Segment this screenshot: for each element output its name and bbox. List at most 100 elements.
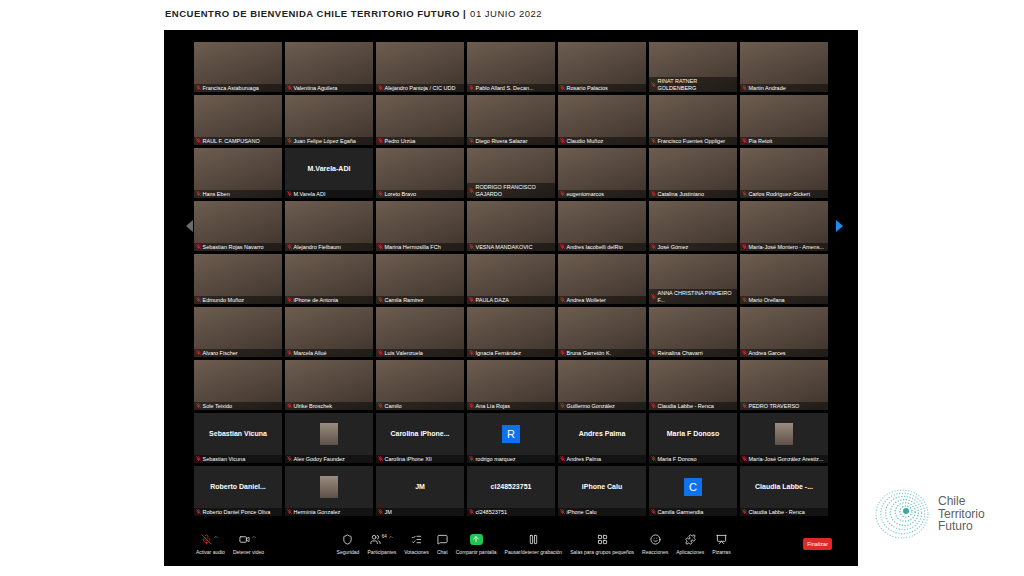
participant-tile[interactable]: Juan Felipe López Egaña bbox=[285, 95, 373, 145]
name-label: Pablo Allard S. Decan... bbox=[467, 84, 555, 92]
participant-tile[interactable]: Claudia Labbe - Renca bbox=[649, 360, 737, 410]
participant-tile[interactable]: Francisco Fuentes Oppliger bbox=[649, 95, 737, 145]
participant-tile[interactable]: Bruna Garretón K. bbox=[558, 307, 646, 357]
participant-name: Luis Valenzuela bbox=[385, 350, 463, 356]
reactions-button[interactable]: Reacciones bbox=[642, 534, 668, 555]
participant-tile[interactable]: Alvaro Fischer bbox=[194, 307, 282, 357]
muted-mic-icon bbox=[196, 244, 201, 249]
participants-button[interactable]: 64Participantes bbox=[367, 534, 396, 555]
participant-tile[interactable]: Ignacia Fernández bbox=[467, 307, 555, 357]
participant-tile[interactable]: Pablo Allard S. Decan... bbox=[467, 42, 555, 92]
participant-tile[interactable]: Claudia Labbe -...Claudia Labbe - Renca bbox=[740, 466, 828, 516]
participant-tile[interactable]: Andrea Garces bbox=[740, 307, 828, 357]
participant-tile[interactable]: Alejandro Fielbaum bbox=[285, 201, 373, 251]
polls-button[interactable]: Votaciones bbox=[404, 534, 428, 555]
muted-mic-icon bbox=[742, 85, 747, 90]
participant-tile[interactable]: Catalina Justiniano bbox=[649, 148, 737, 198]
caret-up-icon[interactable] bbox=[388, 534, 394, 540]
security-button[interactable]: Seguridad bbox=[337, 534, 360, 555]
participant-tile[interactable]: PEDRO TRAVERSO bbox=[740, 360, 828, 410]
participant-tile[interactable]: Luis Valenzuela bbox=[376, 307, 464, 357]
participant-tile[interactable]: RODRIGO FRANCISCO GAJARDO bbox=[467, 148, 555, 198]
whiteboards-button[interactable]: Pizarras bbox=[712, 534, 730, 555]
logo-line: Territorio bbox=[938, 508, 985, 521]
participant-tile[interactable]: Valentina Aguilera bbox=[285, 42, 373, 92]
previous-page-icon[interactable] bbox=[186, 220, 193, 232]
participant-tile[interactable]: Pia Retoit bbox=[740, 95, 828, 145]
name-label: Andrea Wolleter bbox=[558, 296, 646, 304]
participant-tile[interactable]: cl248523751cl248523751 bbox=[467, 466, 555, 516]
participant-tile[interactable]: María-José Montero - Amens... bbox=[740, 201, 828, 251]
next-page-icon[interactable] bbox=[836, 220, 843, 232]
shield-icon bbox=[342, 534, 353, 545]
participant-tile[interactable]: Mario Orellana bbox=[740, 254, 828, 304]
participant-tile[interactable]: Andres PalmaAndres Palma bbox=[558, 413, 646, 463]
caret-up-icon[interactable] bbox=[213, 534, 219, 540]
participant-tile[interactable]: Marcela Allué bbox=[285, 307, 373, 357]
participant-tile[interactable]: Herminia Gonzalez bbox=[285, 466, 373, 516]
muted-mic-icon bbox=[287, 191, 292, 196]
participant-tile[interactable]: RINAT RATNER GOLDENBERG bbox=[649, 42, 737, 92]
record-button[interactable]: Pausar/detener grabación bbox=[505, 534, 563, 555]
participant-tile[interactable]: Andrea Wolleter bbox=[558, 254, 646, 304]
audio-button[interactable]: Activar audio bbox=[196, 534, 225, 555]
participant-tile[interactable]: José Gómez bbox=[649, 201, 737, 251]
caret-up-icon[interactable] bbox=[251, 534, 257, 540]
participant-tile[interactable]: Rosario Palacios bbox=[558, 42, 646, 92]
participant-tile[interactable]: Maria F DonosoMaria F Donoso bbox=[649, 413, 737, 463]
participant-tile[interactable]: CCamila Garmendia bbox=[649, 466, 737, 516]
people-icon bbox=[370, 534, 381, 545]
participant-tile[interactable]: Sebastian Rojas Navarro bbox=[194, 201, 282, 251]
participant-tile[interactable]: Guillermo González bbox=[558, 360, 646, 410]
participant-tile[interactable]: eugeniomarcos bbox=[558, 148, 646, 198]
muted-mic-icon bbox=[651, 138, 656, 143]
participant-tile[interactable]: PAULA DAZA bbox=[467, 254, 555, 304]
participant-tile[interactable]: Martin Andrade bbox=[740, 42, 828, 92]
participant-tile[interactable]: Loreto Bravo bbox=[376, 148, 464, 198]
muted-mic-icon bbox=[560, 244, 565, 249]
participant-tile[interactable]: Carolina iPhone...Carolina iPhone XII bbox=[376, 413, 464, 463]
participant-tile[interactable]: iPhone de Antonia bbox=[285, 254, 373, 304]
participant-tile[interactable]: María-José González Arestiz... bbox=[740, 413, 828, 463]
participant-tile[interactable]: Ana Lía Rojas bbox=[467, 360, 555, 410]
participant-tile[interactable]: Hans Eben bbox=[194, 148, 282, 198]
participant-tile[interactable]: Rrodrigo marquez bbox=[467, 413, 555, 463]
participant-name: rodrigo marquez bbox=[476, 456, 554, 462]
chat-button[interactable]: Chat bbox=[437, 534, 448, 555]
rooms-button[interactable]: Salas para grupos pequeños bbox=[570, 534, 634, 555]
video-feed bbox=[740, 201, 828, 243]
participant-tile[interactable]: Carlos Rodríguez-Sickert bbox=[740, 148, 828, 198]
participant-tile[interactable]: Camila Ramirez bbox=[376, 254, 464, 304]
participant-tile[interactable]: Reinalina Chavarri bbox=[649, 307, 737, 357]
participant-name: Alvaro Fischer bbox=[203, 350, 281, 356]
participant-tile[interactable]: Claudio Muñoz bbox=[558, 95, 646, 145]
participant-tile[interactable]: Alejandro Pantoja / CIC UDD bbox=[376, 42, 464, 92]
share-screen-icon bbox=[470, 534, 483, 545]
share-button[interactable]: Compartir pantalla bbox=[456, 534, 497, 555]
participant-tile[interactable]: iPhone CaluiPhone Calu bbox=[558, 466, 646, 516]
participant-tile[interactable]: Sole Teixido bbox=[194, 360, 282, 410]
participant-tile[interactable]: RAUL F. CAMPUSANO bbox=[194, 95, 282, 145]
participant-tile[interactable]: Pedro Urzúa bbox=[376, 95, 464, 145]
participant-tile[interactable]: Edmundo Muñoz bbox=[194, 254, 282, 304]
participant-tile[interactable]: Roberto Daniel...Roberto Daniel Ponce Ol… bbox=[194, 466, 282, 516]
participant-tile[interactable]: Andres Iacobelli delRio bbox=[558, 201, 646, 251]
participant-tile[interactable]: JMJM bbox=[376, 466, 464, 516]
participant-tile[interactable]: ANNA CHRISTINA PINHEIRO F... bbox=[649, 254, 737, 304]
participant-tile[interactable]: Francisca Astaburuaga bbox=[194, 42, 282, 92]
participant-tile[interactable]: Alex Godoy Faundez bbox=[285, 413, 373, 463]
tool-icon-row bbox=[201, 534, 219, 546]
video-feed bbox=[285, 95, 373, 137]
participant-tile[interactable]: Marina Hermosilla FCh bbox=[376, 201, 464, 251]
video-button[interactable]: Detener video bbox=[233, 534, 264, 555]
logo-text: ChileTerritorioFuturo bbox=[938, 495, 985, 534]
participant-tile[interactable]: Sebastian VicunaSebastian Vicuna bbox=[194, 413, 282, 463]
participant-tile[interactable]: Camilo bbox=[376, 360, 464, 410]
end-meeting-button[interactable]: Finalizar bbox=[803, 538, 832, 550]
name-label: Alvaro Fischer bbox=[194, 349, 282, 357]
participant-tile[interactable]: Ulrike Broschek bbox=[285, 360, 373, 410]
apps-button[interactable]: Aplicaciones bbox=[676, 534, 704, 555]
participant-tile[interactable]: Diego Rivera Salazar bbox=[467, 95, 555, 145]
participant-tile[interactable]: M.Varela-ADIM.Varela ADI bbox=[285, 148, 373, 198]
participant-tile[interactable]: VESNA MANDAKOVIC bbox=[467, 201, 555, 251]
